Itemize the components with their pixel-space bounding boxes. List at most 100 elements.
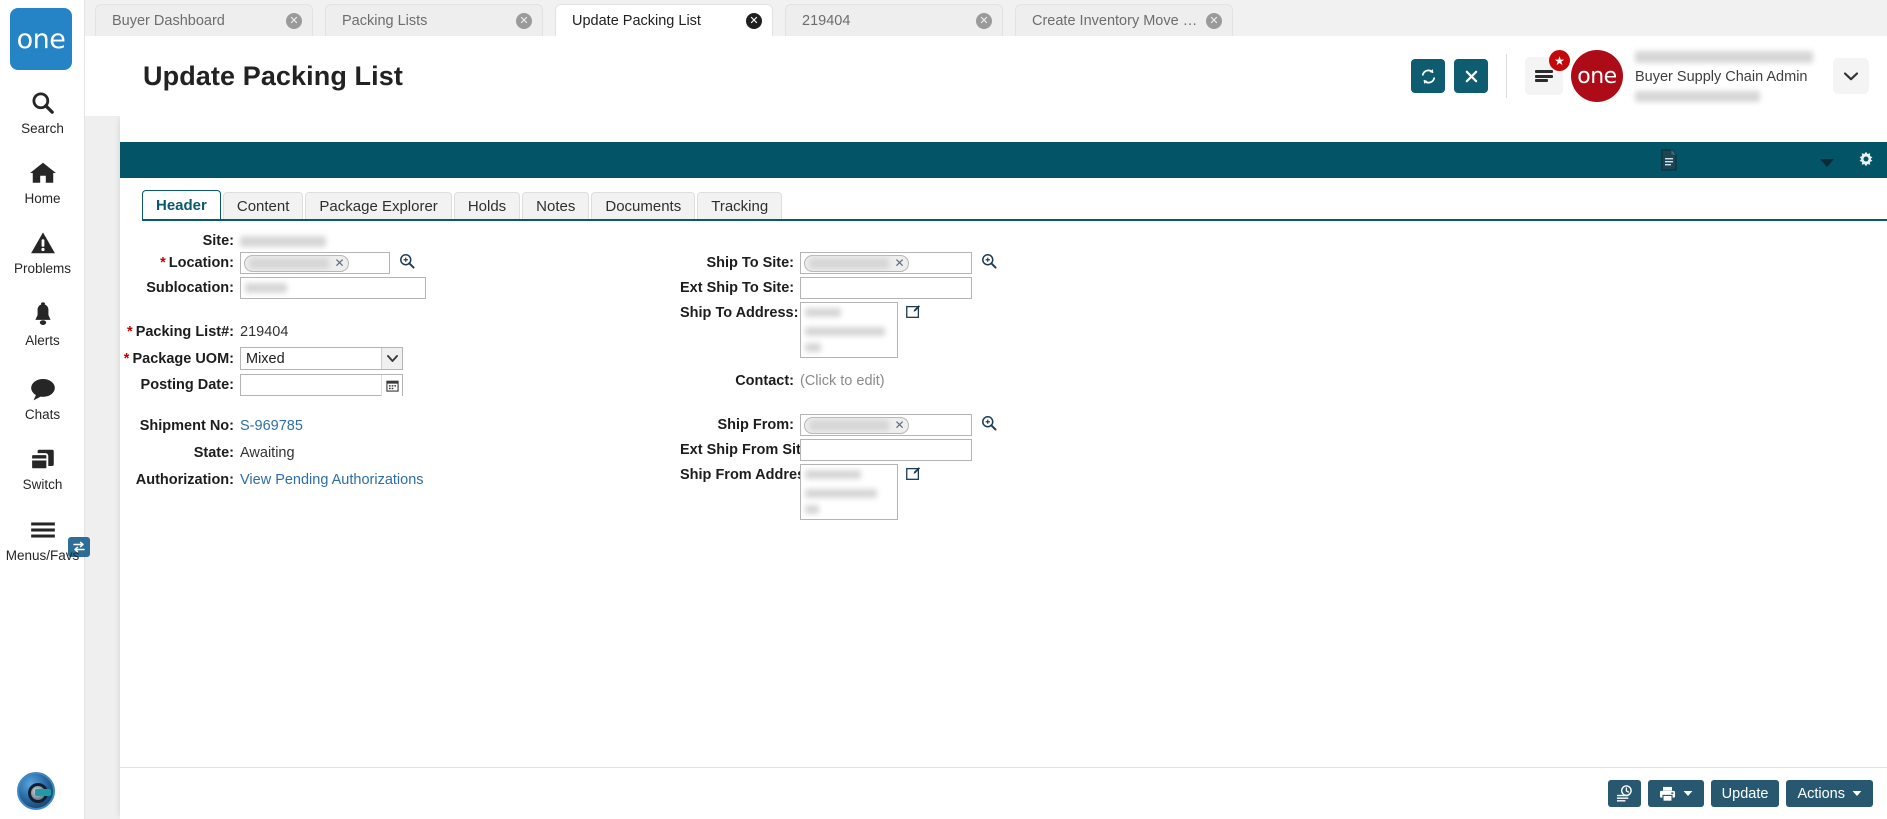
address-line-redacted [805, 343, 821, 352]
close-icon[interactable]: ✕ [1206, 12, 1222, 29]
required-indicator: * [127, 324, 133, 340]
address-line-redacted [805, 470, 861, 479]
sidebar-item-search[interactable]: Search [0, 88, 85, 136]
tab-package-explorer[interactable]: Package Explorer [305, 192, 452, 220]
ext-ship-to-site-input[interactable] [800, 277, 972, 299]
tab-content[interactable]: Content [222, 192, 304, 220]
sidebar-item-label: Chats [24, 407, 61, 422]
left-nav-rail: one Search Home Problems Alerts Chats Sw… [0, 0, 90, 819]
close-icon[interactable]: ✕ [746, 12, 762, 29]
document-icon[interactable] [1660, 149, 1678, 176]
view-pending-authorizations-link[interactable]: View Pending Authorizations [240, 472, 424, 488]
workspace-tab-buyer-dashboard[interactable]: Buyer Dashboard ✕ [95, 4, 313, 36]
update-button-label: Update [1721, 785, 1769, 802]
user-info-block[interactable]: Buyer Supply Chain Admin [1633, 49, 1833, 103]
field-label: Ext Ship To Site: [680, 280, 795, 296]
toolbar-chevron-down-icon[interactable] [1819, 155, 1835, 173]
ext-ship-from-site-input[interactable] [800, 439, 972, 461]
chevron-down-icon [1683, 790, 1693, 797]
field-label: * Package UOM: [120, 351, 240, 367]
favorites-star-badge[interactable]: ★ [1549, 50, 1570, 71]
state-value: Awaiting [240, 445, 295, 461]
clear-icon[interactable]: ✕ [333, 256, 346, 270]
calendar-icon[interactable] [381, 374, 402, 396]
address-line-redacted [805, 505, 819, 514]
field-location: * Location: ✕ [120, 252, 415, 274]
edit-icon[interactable] [906, 304, 921, 324]
header-menu-button[interactable]: ★ [1525, 50, 1570, 95]
field-label: Shipment No: [139, 418, 234, 434]
field-label: Authorization: [135, 472, 234, 488]
sidebar-item-home[interactable]: Home [0, 158, 85, 206]
magnifier-icon[interactable] [399, 253, 415, 274]
sidebar-item-label: Menus/Favs [5, 548, 80, 563]
workspace-tab-packing-lists[interactable]: Packing Lists ✕ [325, 4, 543, 36]
ship-from-input[interactable]: ✕ [800, 414, 972, 436]
assistant-avatar[interactable] [17, 772, 55, 810]
workspace-tab-strip: Buyer Dashboard ✕ Packing Lists ✕ Update… [85, 0, 1887, 36]
contact-click-to-edit[interactable]: (Click to edit) [800, 373, 885, 389]
close-page-button[interactable] [1454, 59, 1488, 93]
one-logo[interactable]: one [10, 8, 72, 70]
close-icon [1465, 70, 1477, 82]
sidebar-item-menus-favs[interactable]: Menus/Favs [0, 515, 85, 563]
field-label: Ship From: [717, 417, 794, 433]
tab-documents[interactable]: Documents [591, 192, 696, 220]
tab-notes[interactable]: Notes [522, 192, 590, 220]
field-label: Site: [202, 233, 234, 249]
tab-tracking[interactable]: Tracking [697, 192, 783, 220]
field-label: Ship To Address: [680, 305, 799, 321]
field-state: State: Awaiting [120, 445, 295, 461]
update-button[interactable]: Update [1710, 780, 1780, 807]
field-label: * Location: [120, 255, 240, 271]
magnifier-icon[interactable] [981, 253, 997, 274]
sublocation-input[interactable] [240, 277, 426, 299]
package-uom-select[interactable]: Mixed [240, 347, 403, 370]
clear-icon[interactable]: ✕ [893, 256, 906, 270]
tab-label: Package Explorer [319, 198, 438, 215]
tab-label: Notes [536, 198, 576, 215]
ship-to-site-input[interactable]: ✕ [800, 252, 972, 274]
clear-icon[interactable]: ✕ [893, 418, 906, 432]
chevron-down-icon [1852, 790, 1862, 797]
tab-header[interactable]: Header [142, 190, 221, 220]
sidebar-item-switch[interactable]: Switch [0, 444, 85, 492]
close-icon[interactable]: ✕ [516, 12, 532, 29]
chevron-down-icon [381, 348, 402, 369]
workspace-tab-219404[interactable]: 219404 ✕ [785, 4, 1003, 36]
field-authorization: Authorization: View Pending Authorizatio… [120, 472, 424, 488]
location-input[interactable]: ✕ [240, 252, 390, 274]
field-label: Ship To Site: [706, 255, 794, 271]
location-selected-pill: ✕ [244, 254, 349, 272]
site-value-redacted [240, 235, 326, 247]
sidebar-item-chats[interactable]: Chats [0, 374, 85, 422]
workspace-tab-create-inventory-move-order[interactable]: Create Inventory Move Order ✕ [1015, 4, 1233, 36]
workspace-tab-update-packing-list[interactable]: Update Packing List ✕ [555, 4, 773, 36]
ship-from-address-box[interactable] [800, 464, 898, 520]
field-ext-ship-to-site: Ext Ship To Site: [680, 277, 972, 299]
sidebar-item-label: Search [21, 121, 64, 136]
close-icon[interactable]: ✕ [286, 12, 302, 29]
close-icon[interactable]: ✕ [976, 12, 992, 29]
history-log-icon [1616, 785, 1632, 802]
history-log-button[interactable] [1607, 780, 1641, 807]
shipment-no-link[interactable]: S-969785 [240, 418, 303, 434]
ship-to-address-box[interactable] [800, 302, 898, 358]
field-package-uom: * Package UOM: Mixed [120, 347, 403, 370]
sidebar-item-alerts[interactable]: Alerts [0, 300, 85, 348]
posting-date-input[interactable] [240, 374, 403, 396]
print-button[interactable] [1647, 780, 1704, 807]
field-contact: Contact: (Click to edit) [680, 373, 885, 389]
actions-button[interactable]: Actions [1786, 780, 1873, 807]
magnifier-icon[interactable] [981, 415, 997, 436]
user-menu-chevron-down-icon[interactable] [1833, 58, 1869, 94]
edit-icon[interactable] [906, 466, 921, 486]
form-tabs: Header Content Package Explorer Holds No… [142, 190, 1887, 220]
tab-holds[interactable]: Holds [453, 192, 521, 220]
refresh-button[interactable] [1411, 59, 1445, 93]
warning-triangle-icon [0, 228, 85, 258]
page-title: Update Packing List [143, 60, 403, 91]
gear-icon[interactable] [1857, 151, 1875, 174]
sidebar-item-problems[interactable]: Problems [0, 228, 85, 276]
header-actions: ★ one Buyer Supply Chain Admin [1411, 36, 1887, 116]
